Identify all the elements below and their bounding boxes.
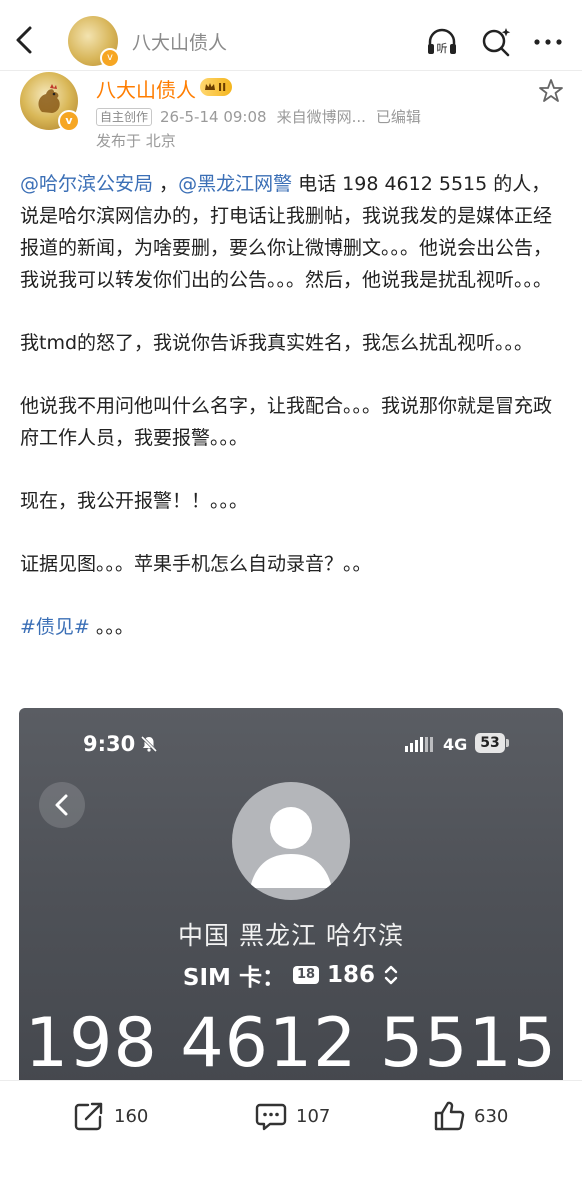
more-icon[interactable] (530, 24, 566, 60)
post-location: 发布于 北京 (96, 132, 176, 150)
mention-separator: ， (153, 173, 179, 195)
listen-icon[interactable]: 听 (424, 24, 460, 60)
post-meta: 自主创作 26-5-14 09:08 来自微博网... 已编辑 (96, 106, 421, 127)
search-icon[interactable] (478, 24, 514, 60)
share-count: 160 (114, 1105, 149, 1127)
sim-switch-icon (384, 965, 398, 985)
post-paragraph-2: 我tmd的怒了，我说你告诉我真实姓名，我怎么扰乱视听。。。 (20, 332, 534, 354)
signal-icon (405, 737, 433, 752)
like-button[interactable]: 630 (432, 1099, 508, 1133)
header-title: 八大山债人 (132, 32, 228, 54)
comment-count: 107 (296, 1105, 331, 1127)
level-badge: II (200, 78, 233, 96)
sim-chip: 18 (292, 966, 320, 984)
share-icon (74, 1102, 103, 1131)
caller-number: 198 4612 5515 (24, 1004, 558, 1083)
post-paragraph-5: 证据见图。。。苹果手机怎么自动录音？。。 (20, 553, 372, 575)
network-type: 4G (443, 735, 468, 754)
post-paragraph-3: 他说我不用问他叫什么名字，让我配合。。。我说那你就是冒充政府工作人员，我要报警。… (20, 395, 553, 449)
back-icon[interactable] (10, 22, 40, 58)
thumbs-up-icon (434, 1101, 465, 1131)
post-body: @哈尔滨公安局 ，@黑龙江网警 电话 198 4612 5515 的人，说是哈尔… (20, 168, 568, 674)
edited-label[interactable]: 已编辑 (376, 106, 421, 127)
mention-link[interactable]: @黑龙江网警 (178, 173, 292, 195)
header-divider (0, 70, 582, 71)
contact-avatar-icon (232, 782, 350, 900)
status-time: 9:30 (83, 732, 136, 756)
favorite-star-icon[interactable] (538, 78, 564, 104)
verified-badge-icon: v (100, 48, 120, 68)
author-verified-icon: v (58, 110, 80, 132)
post-source[interactable]: 来自微博网... (277, 106, 366, 127)
post-paragraph-6: #债见# 。。。 (20, 611, 568, 643)
share-button[interactable]: 160 (72, 1099, 148, 1133)
header-avatar[interactable]: v (68, 16, 120, 68)
sim-label: SIM 卡： (182, 965, 285, 991)
author-name[interactable]: 八大山债人 (96, 74, 196, 103)
like-count: 630 (474, 1105, 509, 1127)
sim-info: SIM 卡： 18 186 (19, 958, 563, 992)
hashtag-link[interactable]: #债见# (20, 616, 90, 638)
top-bar: v 八大山债人 听 (0, 0, 582, 80)
author-avatar[interactable]: v (20, 72, 80, 132)
sim-number: 186 (327, 962, 376, 988)
post-image[interactable]: 9:30 4G 53 中国 黑龙江 哈尔滨 SIM 卡： 18 186 198 … (19, 708, 563, 1088)
post-paragraph-1: @哈尔滨公安局 ，@黑龙江网警 电话 198 4612 5515 的人，说是哈尔… (20, 168, 568, 296)
chevron-left-icon (55, 794, 68, 816)
post-paragraph-4: 现在，我公开报警！！。。。 (20, 490, 249, 512)
post-timestamp: 26-5-14 09:08 (160, 107, 267, 126)
level-text: II (218, 80, 227, 94)
comment-icon (255, 1103, 287, 1131)
caller-region: 中国 黑龙江 哈尔滨 (178, 921, 404, 950)
silent-bell-icon (140, 735, 158, 753)
paragraph-text: 。。。 (89, 616, 134, 638)
action-bar: 160 107 630 (0, 1080, 582, 1200)
comment-button[interactable]: 107 (254, 1099, 330, 1133)
mention-link[interactable]: @哈尔滨公安局 (20, 173, 153, 195)
listen-label: 听 (437, 42, 448, 55)
original-tag: 自主创作 (96, 107, 153, 126)
crown-icon (205, 83, 215, 90)
call-back-button (39, 782, 85, 828)
battery-level: 53 (475, 733, 509, 753)
